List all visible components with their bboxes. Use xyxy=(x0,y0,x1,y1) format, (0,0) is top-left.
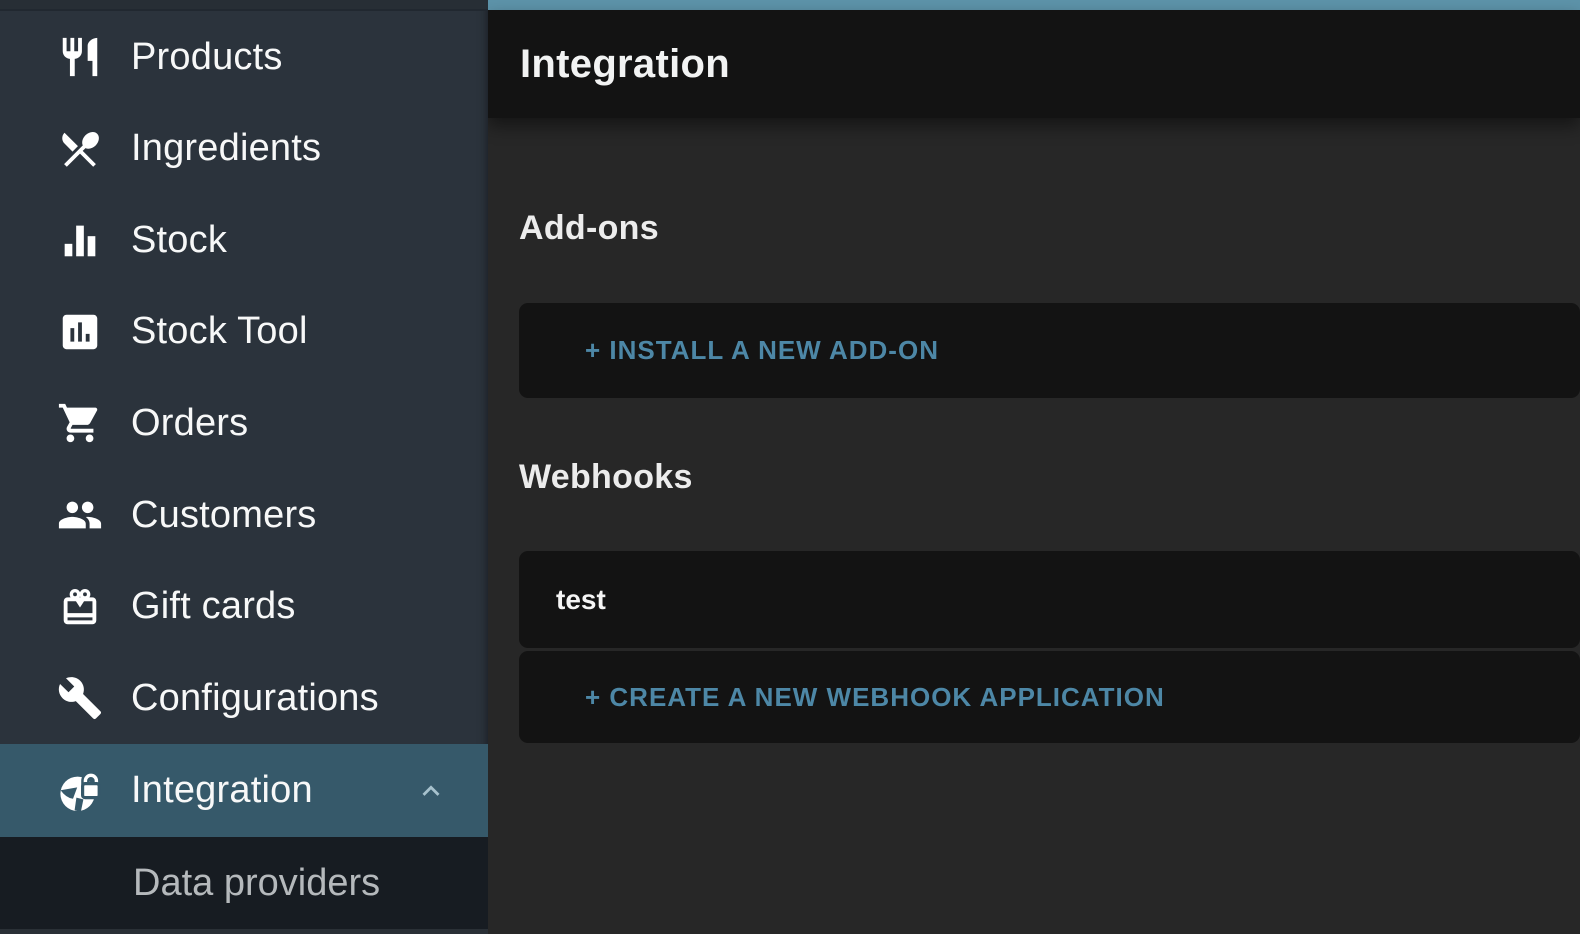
sidebar-item-stock-tool[interactable]: Stock Tool xyxy=(0,286,488,378)
create-webhook-card: + CREATE A NEW WEBHOOK APPLICATION xyxy=(519,651,1580,743)
install-addon-button[interactable]: + INSTALL A NEW ADD-ON xyxy=(519,334,945,367)
sidebar-item-integration[interactable]: Integration xyxy=(0,744,488,837)
install-addon-card: + INSTALL A NEW ADD-ON xyxy=(519,303,1580,398)
globe-lock-icon xyxy=(56,767,104,815)
sidebar-item-label: Integration xyxy=(131,769,313,812)
shopping-cart-icon xyxy=(56,399,104,447)
sidebar-item-orders[interactable]: Orders xyxy=(0,378,488,470)
sidebar-item-products[interactable]: Products xyxy=(0,11,488,103)
sidebar-item-ingredients[interactable]: Ingredients xyxy=(0,103,488,195)
page-header: Integration xyxy=(488,10,1580,118)
top-accent-bar xyxy=(488,0,1580,10)
bar-chart-icon xyxy=(56,216,104,264)
sidebar: Products Ingredients Stock Stock Tool Or… xyxy=(0,0,488,934)
sidebar-item-stock[interactable]: Stock xyxy=(0,194,488,286)
sidebar-item-gift-cards[interactable]: Gift cards xyxy=(0,561,488,653)
crossed-knife-spoon-icon xyxy=(56,125,104,173)
main-area: Integration Add-ons + INSTALL A NEW ADD-… xyxy=(488,0,1580,934)
sidebar-item-data-providers[interactable]: Data providers xyxy=(0,837,488,929)
sidebar-item-configurations[interactable]: Configurations xyxy=(0,652,488,744)
create-webhook-button[interactable]: + CREATE A NEW WEBHOOK APPLICATION xyxy=(519,681,1171,714)
sidebar-item-label: Gift cards xyxy=(131,585,296,628)
sidebar-item-label: Products xyxy=(131,36,283,79)
chart-board-icon xyxy=(56,308,104,356)
section-heading-addons: Add-ons xyxy=(519,118,1580,245)
content-area: Add-ons + INSTALL A NEW ADD-ON Webhooks … xyxy=(488,118,1580,934)
webhook-row[interactable]: test xyxy=(519,551,1580,648)
sidebar-item-label: Stock Tool xyxy=(131,310,308,353)
gift-box-icon xyxy=(56,583,104,631)
people-icon xyxy=(56,491,104,539)
chevron-up-icon xyxy=(414,774,448,808)
submenu-item-label: Data providers xyxy=(133,862,380,905)
page-title: Integration xyxy=(520,42,730,87)
wrench-icon xyxy=(56,674,104,722)
utensils-icon xyxy=(56,33,104,81)
section-heading-webhooks: Webhooks xyxy=(519,460,1580,494)
sidebar-item-label: Ingredients xyxy=(131,127,321,170)
sidebar-top-divider xyxy=(0,0,488,11)
sidebar-item-label: Stock xyxy=(131,219,227,262)
sidebar-item-label: Customers xyxy=(131,494,317,537)
integration-submenu: Data providers xyxy=(0,837,488,934)
sidebar-item-label: Orders xyxy=(131,402,248,445)
sidebar-item-customers[interactable]: Customers xyxy=(0,469,488,561)
webhook-name: test xyxy=(556,584,606,616)
sidebar-item-label: Configurations xyxy=(131,677,379,720)
